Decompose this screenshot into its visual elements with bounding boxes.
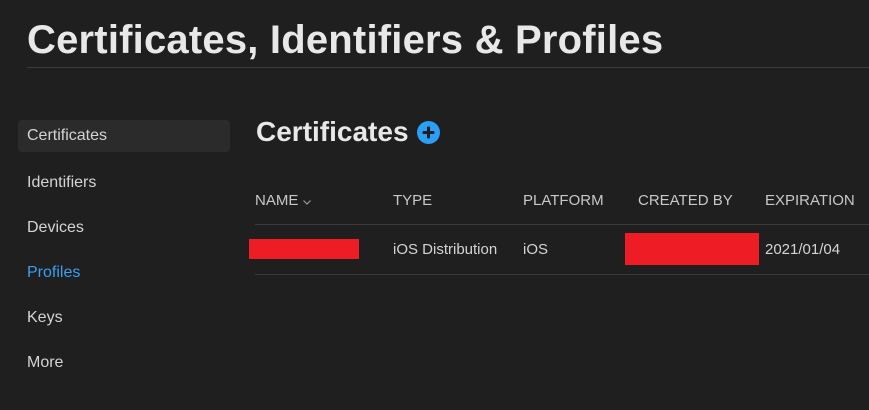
column-header-name[interactable]: NAME: [255, 192, 312, 210]
sidebar-item-identifiers[interactable]: Identifiers: [18, 160, 230, 205]
page: Certificates, Identifiers & Profiles Cer…: [0, 0, 869, 410]
page-title: Certificates, Identifiers & Profiles: [27, 18, 664, 62]
section-title: Certificates: [256, 116, 409, 147]
redacted-name: [249, 239, 359, 259]
redacted-created-by: [625, 233, 759, 265]
add-certificate-button[interactable]: [416, 120, 440, 144]
sidebar-item-devices[interactable]: Devices: [18, 205, 230, 250]
cell-platform: iOS: [523, 241, 549, 258]
column-header-created-by[interactable]: CREATED BY: [638, 192, 733, 209]
sidebar-item-keys[interactable]: Keys: [18, 295, 230, 340]
table-row[interactable]: iOS Distribution iOS 2021/01/04: [249, 225, 869, 275]
column-header-type[interactable]: TYPE: [393, 192, 432, 209]
title-divider: [27, 67, 869, 68]
plus-circle-icon: [422, 126, 435, 138]
sidebar: Certificates Identifiers Devices Profile…: [18, 115, 230, 385]
section-header: Certificates: [256, 116, 440, 148]
column-header-name-label: NAME: [255, 192, 299, 209]
sidebar-item-certificates[interactable]: Certificates: [18, 120, 230, 152]
chevron-down-icon: [302, 193, 312, 210]
cell-expiration: 2021/01/04: [765, 241, 841, 258]
column-header-expiration[interactable]: EXPIRATION: [765, 192, 855, 209]
table-header: NAME TYPE PLATFORM CREATED BY EXPIRATION: [255, 176, 869, 225]
column-header-platform[interactable]: PLATFORM: [523, 192, 604, 209]
cell-type: iOS Distribution: [393, 241, 498, 258]
sidebar-item-profiles[interactable]: Profiles: [18, 250, 230, 295]
certificates-table: NAME TYPE PLATFORM CREATED BY EXPIRATION…: [249, 176, 869, 275]
sidebar-item-more[interactable]: More: [18, 340, 230, 385]
